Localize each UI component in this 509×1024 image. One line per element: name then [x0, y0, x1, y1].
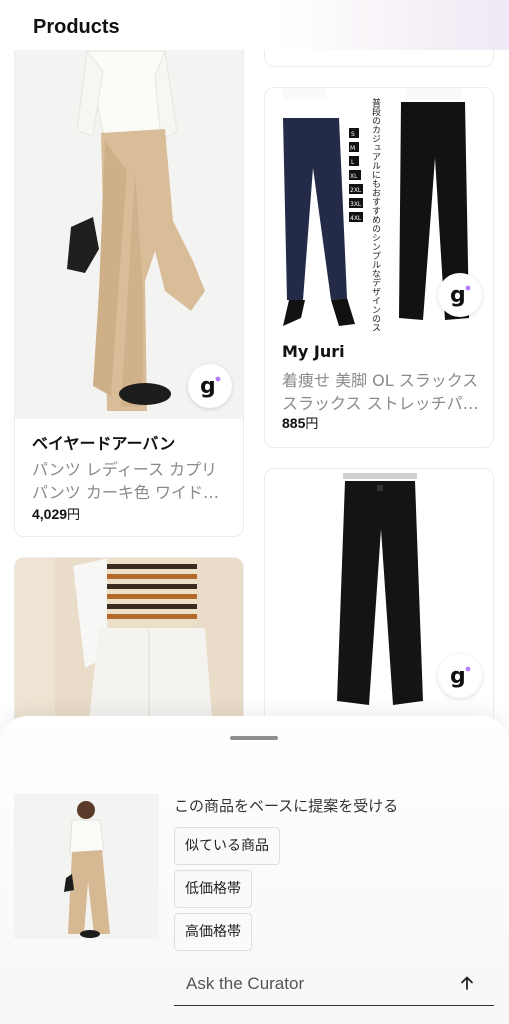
size-label: S — [351, 131, 355, 138]
product-title: 着痩せ 美脚 OL スラックス スラックス ストレッチパンツ — [282, 371, 479, 413]
brand-g-icon: g — [450, 283, 471, 308]
size-label: 2XL — [350, 187, 362, 194]
brand-g-icon: g — [200, 374, 221, 399]
price-currency: 円 — [67, 507, 81, 522]
product-card[interactable]: S M L XL 2XL 3XL 4XL 普段のカジュアルにもおすすめのシンプル… — [264, 87, 494, 448]
product-price: 4,029円 — [32, 504, 80, 523]
seller-name: ベイヤードアーバン — [32, 434, 176, 453]
product-card[interactable]: g — [264, 468, 494, 738]
brand-g-icon: g — [450, 664, 471, 689]
sheet-grabber[interactable] — [230, 736, 278, 740]
curator-sheet: この商品をベースに提案を受ける 似ている商品 低価格帯 高価格帯 — [0, 716, 509, 1024]
ask-curator-input[interactable] — [186, 970, 446, 998]
send-button[interactable] — [454, 970, 480, 996]
chip-high-price[interactable]: 高価格帯 — [174, 913, 252, 951]
size-label: 4XL — [350, 215, 362, 222]
price-currency: 円 — [305, 416, 319, 431]
price-value: 885 — [282, 415, 306, 431]
ask-curator-row — [174, 964, 494, 1006]
svg-text:g: g — [450, 664, 466, 689]
product-photo — [15, 0, 243, 419]
header: Products — [0, 0, 509, 50]
size-label: 3XL — [350, 201, 362, 208]
brand-badge: g — [438, 654, 482, 698]
brand-badge: g — [438, 273, 482, 317]
product-photo — [14, 794, 159, 939]
size-label: XL — [350, 173, 358, 180]
product-price: 885円 — [282, 413, 318, 432]
svg-text:g: g — [450, 283, 466, 308]
products-screen: Products g ベイヤードアーバン パンツ レディース カプリパンツ カー… — [0, 0, 509, 1024]
product-title: パンツ レディース カプリパンツ カーキ色 ワイドパンツ — [32, 460, 219, 502]
arrow-up-icon — [461, 976, 473, 990]
product-card[interactable]: g ベイヤードアーバン パンツ レディース カプリパンツ カーキ色 ワイドパンツ… — [14, 0, 244, 537]
price-value: 4,029 — [32, 506, 68, 522]
suggest-title: この商品をベースに提案を受ける — [174, 797, 399, 815]
chip-similar-products[interactable]: 似ている商品 — [174, 827, 280, 865]
image-caption: 普段のカジュアルにもおすすめのシンプルなデザインのスラックスパンツ。 — [370, 97, 381, 331]
svg-text:g: g — [200, 374, 216, 399]
product-image[interactable] — [15, 0, 243, 419]
selected-product-thumbnail[interactable] — [14, 794, 159, 939]
chip-low-price[interactable]: 低価格帯 — [174, 870, 252, 908]
page-title: Products — [33, 16, 120, 38]
brand-badge: g — [188, 364, 232, 408]
size-label: M — [350, 145, 355, 152]
seller-name: My Juri — [282, 342, 345, 361]
